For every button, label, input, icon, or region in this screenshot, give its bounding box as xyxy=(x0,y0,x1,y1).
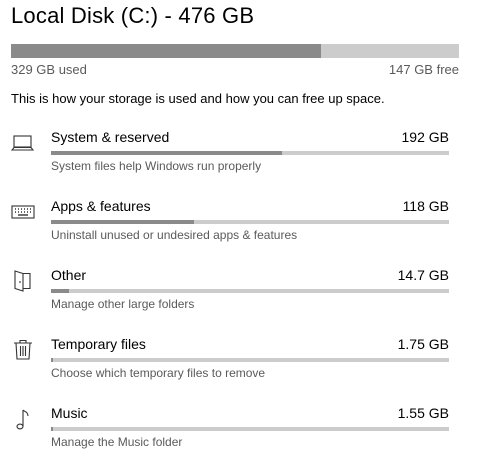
music-note-icon xyxy=(11,406,35,430)
keyboard-icon xyxy=(11,199,35,223)
category-size: 118 GB xyxy=(402,198,449,214)
category-usage-bar-fill xyxy=(51,151,282,155)
category-size: 192 GB xyxy=(401,129,449,145)
category-usage-bar-fill xyxy=(51,289,69,293)
category-description: Uninstall unused or undesired apps & fea… xyxy=(51,228,298,242)
category-usage-bar xyxy=(51,151,449,155)
category-usage-bar xyxy=(51,289,449,293)
storage-description: This is how your storage is used and how… xyxy=(11,91,385,106)
disk-usage-bar-fill xyxy=(11,44,321,58)
used-space-label: 329 GB used xyxy=(11,62,87,77)
category-name: Apps & features xyxy=(51,198,151,214)
category-description: Choose which temporary files to remove xyxy=(51,366,266,380)
category-system-reserved[interactable]: System & reserved 192 GB System files he… xyxy=(0,129,481,186)
free-space-label: 147 GB free xyxy=(388,62,459,77)
category-temporary-files[interactable]: Temporary files 1.75 GB Choose which tem… xyxy=(0,336,481,393)
category-description: System files help Windows run properly xyxy=(51,159,262,173)
category-description: Manage the Music folder xyxy=(51,435,183,449)
category-other[interactable]: Other 14.7 GB Manage other large folders xyxy=(0,267,481,324)
category-usage-bar-fill xyxy=(51,220,195,224)
category-usage-bar-fill xyxy=(51,358,53,362)
disk-title: Local Disk (C:) - 476 GB xyxy=(11,3,255,28)
laptop-icon xyxy=(11,130,35,154)
category-usage-bar xyxy=(51,220,449,224)
category-size: 14.7 GB xyxy=(397,267,449,283)
category-usage-bar-fill xyxy=(51,427,53,431)
trash-icon xyxy=(11,337,35,361)
category-size: 1.55 GB xyxy=(397,405,449,421)
category-size: 1.75 GB xyxy=(397,336,449,352)
category-description: Manage other large folders xyxy=(51,297,195,311)
category-apps-features[interactable]: Apps & features 118 GB Uninstall unused … xyxy=(0,198,481,255)
category-name: Music xyxy=(51,405,88,421)
category-name: Other xyxy=(51,267,87,283)
category-name: Temporary files xyxy=(51,336,146,352)
category-name: System & reserved xyxy=(51,129,170,145)
folder-icon xyxy=(11,268,35,292)
disk-usage-bar xyxy=(11,44,459,58)
category-usage-bar xyxy=(51,358,449,362)
category-usage-bar xyxy=(51,427,449,431)
category-music[interactable]: Music 1.55 GB Manage the Music folder xyxy=(0,405,481,462)
